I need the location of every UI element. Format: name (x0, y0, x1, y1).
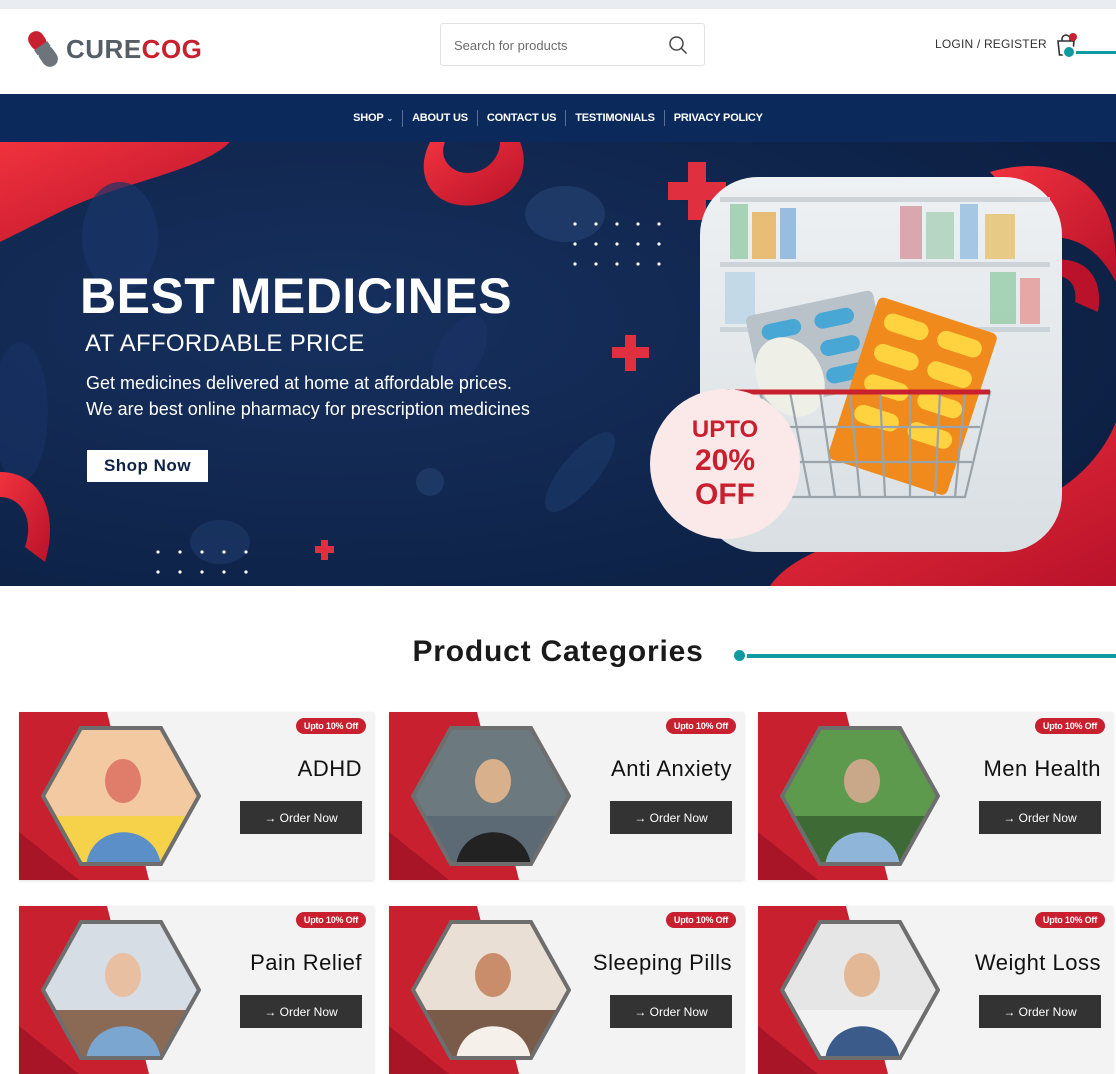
category-photo (41, 726, 201, 866)
nav-shop[interactable]: SHOP ⌄ (344, 109, 404, 127)
chevron-down-icon: ⌄ (386, 113, 394, 123)
discount-badge: Upto 10% Off (295, 718, 366, 734)
discount-badge: Upto 10% Off (1034, 912, 1105, 928)
category-photo (411, 726, 571, 866)
card-weight-loss[interactable]: Upto 10% Off Weight Loss → Order Now (758, 906, 1113, 1074)
category-photo (411, 920, 571, 1060)
hero-title: BEST MEDICINES (80, 268, 513, 324)
category-name: Anti Anxiety (611, 756, 732, 781)
card-anti-anxiety[interactable]: Upto 10% Off Anti Anxiety → Order Now (389, 712, 744, 880)
promo-line: OFF (695, 478, 755, 511)
card-men-health[interactable]: Upto 10% Off Men Health → Order Now (758, 712, 1113, 880)
category-name: Weight Loss (974, 950, 1101, 975)
order-now-button[interactable]: → Order Now (979, 801, 1101, 834)
promo-line: UPTO (691, 416, 759, 443)
category-name: Pain Relief (250, 950, 362, 975)
annotation-marker (1062, 45, 1076, 59)
order-now-button[interactable]: → Order Now (979, 995, 1101, 1028)
promo-badge: UPTO 20% OFF (650, 389, 800, 539)
brand-name: CURECOG (66, 33, 203, 64)
hero-description: Get medicines delivered at home at affor… (86, 370, 646, 422)
order-now-button[interactable]: → Order Now (240, 801, 362, 834)
pill-logo-icon (28, 31, 58, 67)
annotation-line (1074, 51, 1116, 54)
category-photo (780, 920, 940, 1060)
hero-banner: BEST MEDICINES AT AFFORDABLE PRICE Get m… (0, 142, 1116, 586)
order-now-button[interactable]: → Order Now (610, 995, 732, 1028)
section-title: Product Categories (412, 635, 704, 668)
category-name: Men Health (983, 756, 1101, 781)
discount-badge: Upto 10% Off (665, 912, 736, 928)
browser-top-strip (0, 0, 1116, 9)
order-now-button[interactable]: → Order Now (610, 801, 732, 834)
annotation-line (745, 654, 1116, 658)
discount-badge: Upto 10% Off (295, 912, 366, 928)
card-pain-relief[interactable]: Upto 10% Off Pain Relief → Order Now (19, 906, 374, 1074)
discount-badge: Upto 10% Off (665, 718, 736, 734)
order-now-button[interactable]: → Order Now (240, 995, 362, 1028)
card-adhd[interactable]: Upto 10% Off ADHD → Order Now (19, 712, 374, 880)
nav-testimonials[interactable]: TESTIMONIALS (566, 110, 665, 126)
hero-decoration (0, 142, 1116, 586)
login-register-link[interactable]: LOGIN / REGISTER (935, 37, 1047, 51)
site-header: CURECOG LOGIN / REGISTER (0, 9, 1116, 94)
shop-now-button[interactable]: Shop Now (87, 450, 208, 482)
nav-about-us[interactable]: ABOUT US (403, 110, 478, 126)
brand-logo[interactable]: CURECOG (26, 27, 202, 71)
category-name: Sleeping Pills (592, 950, 732, 975)
nav-privacy-policy[interactable]: PRIVACY POLICY (665, 110, 772, 126)
promo-percent: 20% (694, 444, 756, 477)
category-name: ADHD (297, 756, 362, 781)
annotation-marker (732, 648, 747, 663)
search-icon[interactable] (668, 35, 688, 55)
category-photo (41, 920, 201, 1060)
card-sleeping-pills[interactable]: Upto 10% Off Sleeping Pills → Order Now (389, 906, 744, 1074)
category-photo (780, 726, 940, 866)
discount-badge: Upto 10% Off (1034, 718, 1105, 734)
hero-description-line: Get medicines delivered at home at affor… (86, 373, 512, 393)
main-nav: SHOP ⌄ ABOUT US CONTACT US TESTIMONIALS P… (0, 94, 1116, 142)
nav-contact-us[interactable]: CONTACT US (478, 110, 567, 126)
hero-description-line: We are best online pharmacy for prescrip… (86, 399, 530, 419)
hero-subtitle: AT AFFORDABLE PRICE (85, 330, 365, 357)
search-input[interactable] (454, 34, 654, 56)
search-box (440, 23, 705, 66)
